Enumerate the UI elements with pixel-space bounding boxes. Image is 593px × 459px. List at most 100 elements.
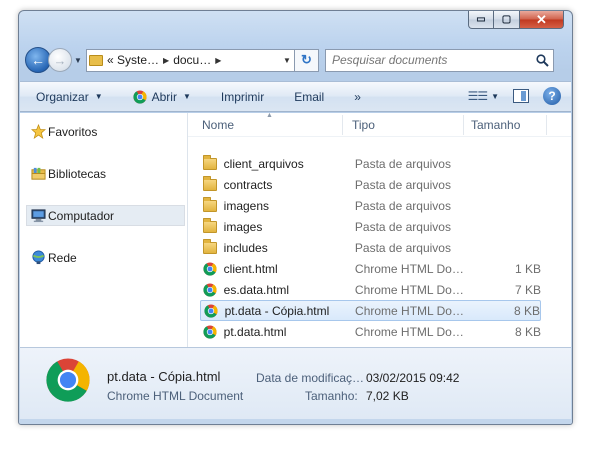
details-modified-value: 03/02/2015 09:42 [366, 371, 460, 385]
toolbar-right: ☰☰ ▼ ? [468, 87, 561, 105]
address-dropdown-icon[interactable]: ▼ [280, 56, 294, 65]
sidebar-item-favoritos[interactable]: Favoritos [20, 121, 187, 142]
maximize-button[interactable]: ▢ [494, 11, 520, 29]
file-name: pt.data.html [223, 324, 287, 339]
email-button[interactable]: Email [294, 90, 324, 104]
details-file-type: Chrome HTML Document [107, 389, 244, 403]
details-pane: pt.data - Cópia.html Chrome HTML Documen… [20, 347, 571, 419]
file-list: ▲ Nome Tipo Tamanho client_arquivos Pasta… [188, 112, 571, 347]
file-row[interactable]: pt.data.html Chrome HTML Do… 8 KB [200, 321, 541, 342]
file-row[interactable]: pt.data - Cópia.html Chrome HTML Do… 8 KB [200, 300, 541, 321]
breadcrumb-arrow-icon[interactable]: ▶ [215, 56, 221, 65]
file-type: Chrome HTML Do… [354, 282, 464, 297]
file-type: Pasta de arquivos [354, 198, 451, 213]
chevron-down-icon: ▼ [94, 92, 103, 101]
chevron-down-icon: ▼ [182, 92, 191, 101]
chrome-icon [46, 358, 90, 402]
file-type: Pasta de arquivos [354, 177, 451, 192]
chrome-icon [202, 324, 218, 340]
column-header-size[interactable]: Tamanho [471, 118, 520, 132]
open-label: Abrir [151, 89, 177, 104]
details-size-value: 7,02 KB [366, 389, 409, 403]
details-modified-label: Data de modificaç… [256, 371, 365, 385]
column-header-name[interactable]: Nome [202, 118, 234, 132]
column-separator[interactable] [546, 115, 547, 135]
sidebar-item-rede[interactable]: Rede [20, 247, 187, 268]
navigation-pane: Favoritos Bibliotecas Computador Rede [20, 113, 187, 347]
file-type: Pasta de arquivos [354, 219, 451, 234]
print-label: Imprimir [220, 89, 265, 104]
column-separator[interactable] [342, 115, 343, 135]
caption-buttons: ▭ ▢ ✕ [468, 11, 564, 29]
recent-pages-dropdown[interactable]: ▼ [72, 56, 84, 65]
print-button[interactable]: Imprimir [221, 90, 264, 104]
address-bar[interactable]: « Syste… ▶ docu… ▶ ▼ [86, 48, 295, 72]
sidebar-item-label: Rede [48, 250, 77, 265]
search-icon[interactable] [531, 53, 553, 67]
chevron-down-icon[interactable]: ▼ [491, 92, 499, 101]
details-file-name: pt.data - Cópia.html [107, 369, 221, 384]
folder-icon [89, 54, 103, 66]
star-icon [31, 124, 46, 139]
organize-label: Organizar [36, 89, 89, 104]
file-row[interactable]: client_arquivos Pasta de arquivos [200, 153, 541, 174]
file-type: Chrome HTML Do… [354, 261, 464, 276]
sidebar-item-bibliotecas[interactable]: Bibliotecas [20, 163, 187, 184]
close-button[interactable]: ✕ [520, 11, 564, 29]
column-headers: ▲ Nome Tipo Tamanho [188, 112, 571, 137]
file-size: 8 KB [513, 303, 540, 318]
main-content: Favoritos Bibliotecas Computador Rede ▲ … [20, 112, 571, 347]
navigation-row: ← → ▼ « Syste… ▶ docu… ▶ ▼ ↻ [25, 47, 564, 73]
file-name: includes [223, 240, 268, 255]
preview-pane-icon[interactable] [513, 89, 529, 103]
file-type: Pasta de arquivos [354, 156, 451, 171]
change-view-icon[interactable]: ☰☰ [468, 89, 488, 103]
forward-button[interactable]: → [48, 48, 72, 72]
file-type: Pasta de arquivos [354, 240, 451, 255]
refresh-button[interactable]: ↻ [295, 48, 319, 72]
file-type: Chrome HTML Do… [355, 303, 464, 318]
file-row[interactable]: includes Pasta de arquivos [200, 237, 541, 258]
file-row[interactable]: imagens Pasta de arquivos [200, 195, 541, 216]
minimize-button[interactable]: ▭ [468, 11, 494, 29]
sidebar-item-label: Bibliotecas [48, 166, 107, 181]
file-row[interactable]: images Pasta de arquivos [200, 216, 541, 237]
column-separator[interactable] [463, 115, 464, 135]
organize-menu[interactable]: Organizar ▼ [36, 90, 103, 104]
file-name: client_arquivos [223, 156, 304, 171]
file-row[interactable]: contracts Pasta de arquivos [200, 174, 541, 195]
search-box[interactable] [325, 48, 554, 72]
sidebar-item-computador[interactable]: Computador [26, 205, 185, 226]
chrome-icon [133, 89, 147, 104]
breadcrumb-arrow-icon[interactable]: ▶ [163, 56, 169, 65]
file-type: Chrome HTML Do… [354, 324, 464, 339]
more-commands-button[interactable]: » [354, 90, 361, 104]
search-input[interactable] [332, 53, 531, 67]
file-row[interactable]: es.data.html Chrome HTML Do… 7 KB [200, 279, 541, 300]
sidebar-item-label: Favoritos [48, 124, 98, 139]
open-button[interactable]: Abrir ▼ [133, 90, 191, 104]
file-size: 1 KB [514, 261, 541, 276]
file-name: imagens [223, 198, 270, 213]
breadcrumb-segment[interactable]: « Syste… [107, 53, 159, 67]
file-name: client.html [223, 261, 278, 276]
file-name: es.data.html [223, 282, 290, 297]
file-row[interactable]: client.html Chrome HTML Do… 1 KB [200, 258, 541, 279]
chrome-icon [203, 303, 219, 319]
more-label: » [354, 89, 361, 104]
help-icon[interactable]: ? [543, 87, 561, 105]
command-bar: Organizar ▼ Abrir ▼ Imprimir Email » ☰☰ [20, 81, 571, 112]
folder-icon [202, 154, 218, 172]
column-header-type[interactable]: Tipo [352, 118, 375, 132]
sort-ascending-icon: ▲ [266, 112, 273, 119]
file-name: images [223, 219, 263, 234]
sidebar-item-label: Computador [48, 208, 115, 223]
computer-icon [31, 209, 46, 223]
folder-icon [202, 175, 218, 193]
folder-icon [202, 217, 218, 235]
folder-icon [202, 238, 218, 256]
libraries-icon [31, 167, 46, 180]
details-size-label: Tamanho: [305, 389, 358, 403]
breadcrumb-segment[interactable]: docu… [173, 53, 211, 67]
explorer-window: ▭ ▢ ✕ ← → ▼ « Syste… ▶ docu… ▶ ▼ ↻ Organ… [18, 10, 573, 425]
